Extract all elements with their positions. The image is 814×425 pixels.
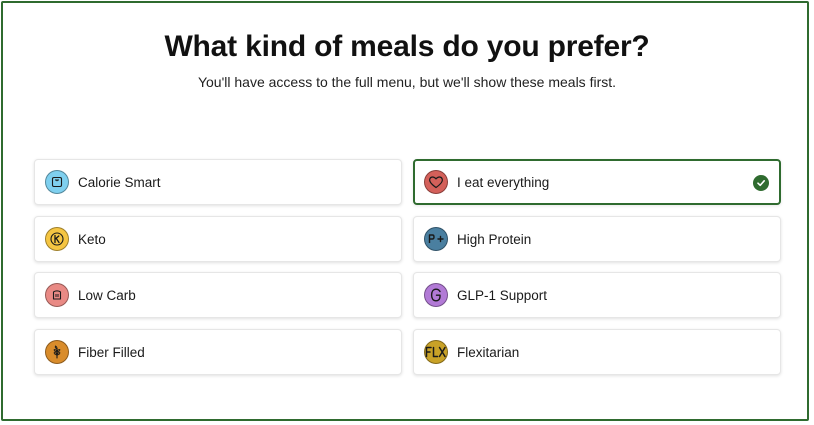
option-calorie-smart[interactable]: Calorie Smart	[34, 159, 402, 205]
flx-icon	[424, 340, 448, 364]
option-low-carb[interactable]: Low Carb	[34, 272, 402, 318]
option-i-eat-everything[interactable]: I eat everything	[413, 159, 781, 205]
wheat-icon	[45, 340, 69, 364]
option-label: High Protein	[457, 232, 532, 247]
keto-k-icon	[45, 227, 69, 251]
option-label: Keto	[78, 232, 106, 247]
option-label: I eat everything	[457, 175, 550, 190]
low-carb-icon	[45, 283, 69, 307]
option-keto[interactable]: Keto	[34, 216, 402, 262]
option-label: Calorie Smart	[78, 175, 161, 190]
check-icon	[753, 175, 769, 191]
heart-icon	[424, 170, 448, 194]
option-fiber-filled[interactable]: Fiber Filled	[34, 329, 402, 375]
protein-plus-icon	[424, 227, 448, 251]
option-high-protein[interactable]: High Protein	[413, 216, 781, 262]
glp1-g-icon	[424, 283, 448, 307]
option-label: GLP-1 Support	[457, 288, 548, 303]
scale-icon	[45, 170, 69, 194]
page-subtitle: You'll have access to the full menu, but…	[197, 74, 617, 90]
option-flexitarian[interactable]: Flexitarian	[413, 329, 781, 375]
option-glp1-support[interactable]: GLP-1 Support	[413, 272, 781, 318]
option-label: Low Carb	[78, 288, 136, 303]
option-label: Flexitarian	[457, 345, 520, 360]
page-title: What kind of meals do you prefer?	[164, 30, 650, 63]
option-label: Fiber Filled	[78, 345, 145, 360]
